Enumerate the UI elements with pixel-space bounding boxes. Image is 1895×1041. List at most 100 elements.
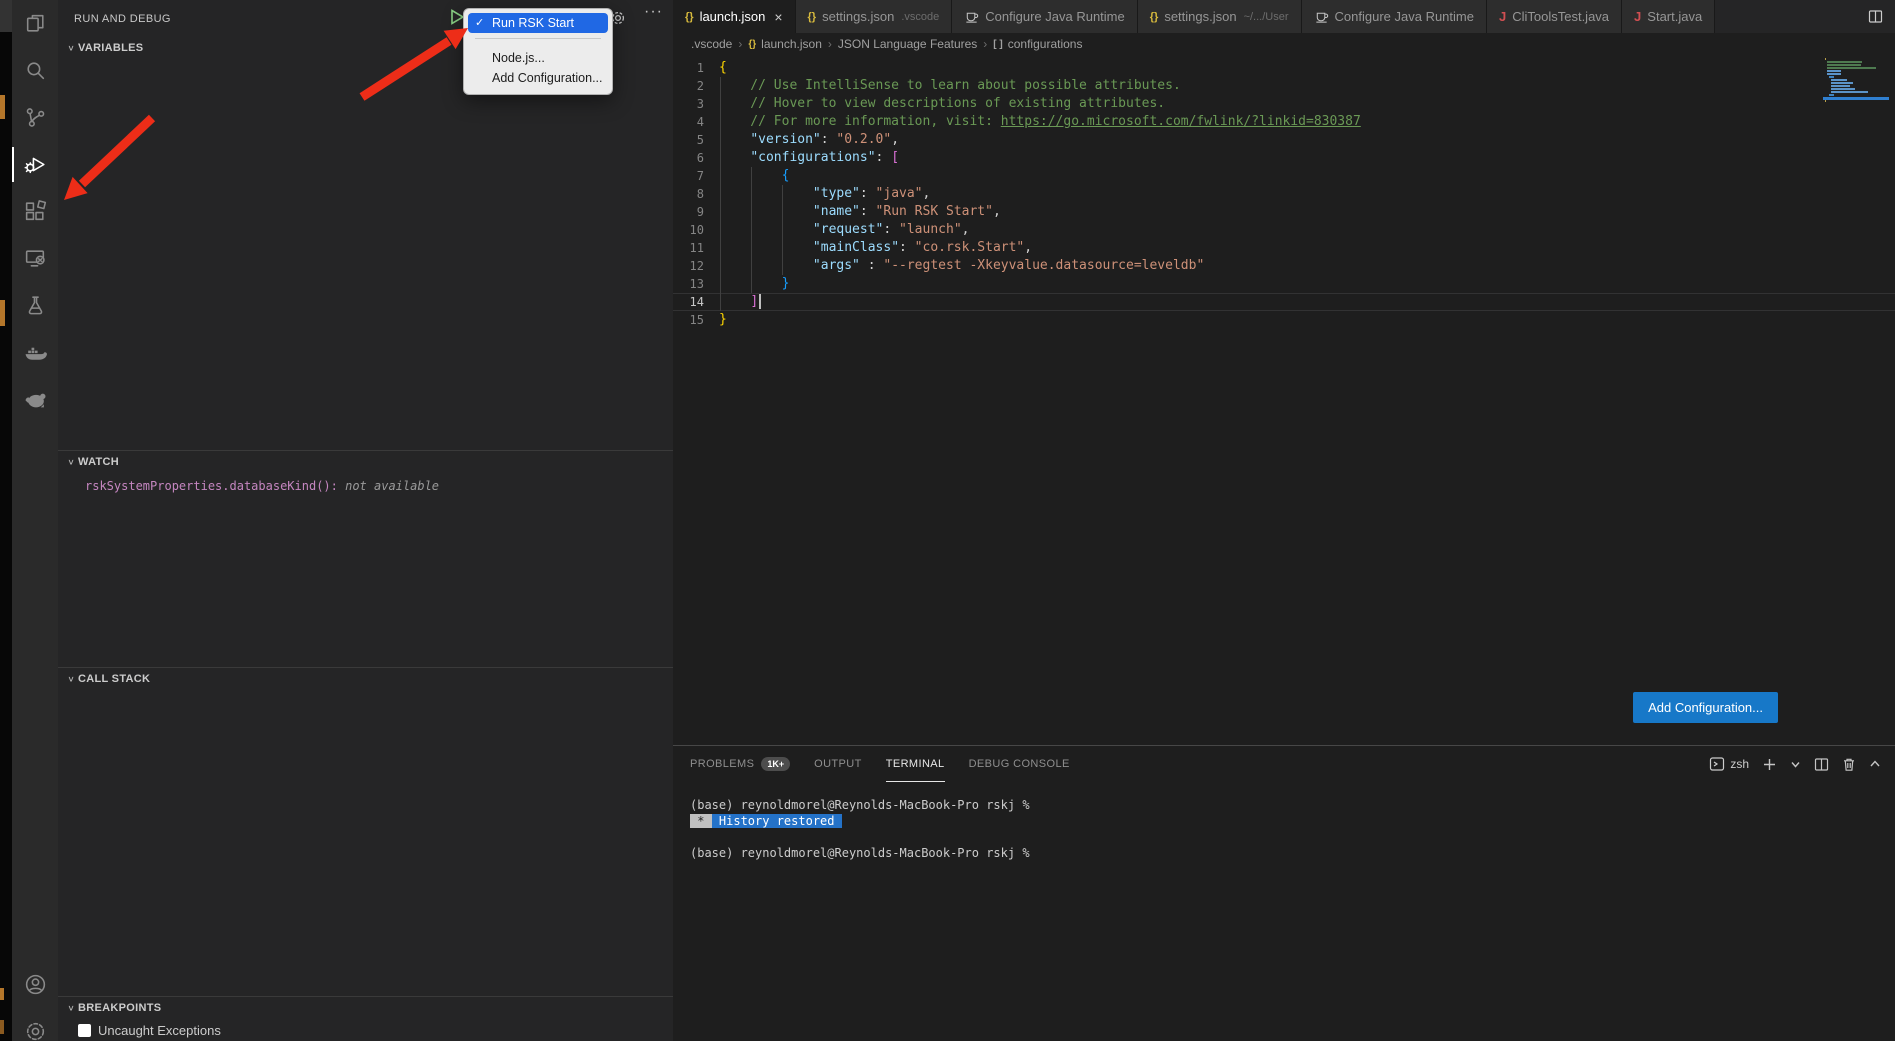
panel-tab-problems[interactable]: PROBLEMS1K+ — [690, 746, 790, 782]
menu-item-node-js-[interactable]: Node.js... — [468, 48, 608, 68]
code-line-5[interactable]: 5 "version": "0.2.0", — [673, 131, 1895, 149]
code-editor[interactable]: 1{2 // Use IntelliSense to learn about p… — [673, 55, 1895, 745]
tab-configure-java-runtime[interactable]: Configure Java Runtime — [952, 0, 1137, 33]
panel-tab-output[interactable]: OUTPUT — [814, 746, 862, 782]
minimap-line — [1831, 82, 1853, 84]
minimap-line — [1829, 76, 1834, 78]
activity-settings-gear[interactable] — [12, 1008, 58, 1041]
chevron-up-icon[interactable] — [1869, 758, 1881, 770]
activity-source-control[interactable] — [12, 94, 58, 141]
line-number: 3 — [673, 95, 719, 113]
shell-selector[interactable]: zsh — [1709, 756, 1749, 772]
tab-detail: ~/.../User — [1244, 11, 1289, 23]
trash-icon[interactable] — [1842, 757, 1856, 772]
tab-settings-json[interactable]: {}settings.json~/.../User — [1138, 0, 1302, 33]
close-icon[interactable]: × — [774, 9, 782, 25]
panel-tab-bar: PROBLEMS1K+ OUTPUT TERMINAL DEBUG CONSOLE z… — [673, 746, 1895, 782]
indent-guide — [782, 185, 783, 203]
activity-docker[interactable] — [12, 329, 58, 376]
breadcrumb[interactable]: .vscode › {}launch.json › JSON Language Feat… — [673, 33, 1895, 55]
editor-group: {}launch.json×{}settings.json.vscodeConf… — [673, 0, 1895, 1041]
call-stack-section-header[interactable]: ∨ CALL STACK — [58, 668, 673, 690]
chevron-down-icon[interactable] — [1790, 759, 1801, 770]
breadcrumb-separator: › — [983, 37, 987, 51]
code-token: "0.2.0" — [836, 132, 891, 147]
activity-explorer[interactable] — [12, 0, 58, 47]
activity-extensions[interactable] — [12, 188, 58, 235]
activity-gradle[interactable] — [12, 376, 58, 423]
extensions-icon — [23, 199, 48, 224]
source-control-icon — [23, 105, 48, 130]
code-token: : — [860, 258, 883, 273]
line-number: 6 — [673, 149, 719, 167]
terminal[interactable]: (base) reynoldmorel@Reynolds-MacBook-Pro… — [673, 782, 1895, 861]
breadcrumb-separator: › — [828, 37, 832, 51]
line-number: 15 — [673, 311, 719, 329]
code-line-10[interactable]: 10 "request": "launch", — [673, 221, 1895, 239]
indent-guide — [751, 167, 752, 185]
menu-item-run-rsk-start[interactable]: ✓Run RSK Start — [468, 13, 608, 33]
panel-tab-debug-console[interactable]: DEBUG CONSOLE — [969, 746, 1070, 782]
code-line-7[interactable]: 7 { — [673, 167, 1895, 185]
code-line-1[interactable]: 1{ — [673, 59, 1895, 77]
code-line-6[interactable]: 6 "configurations": [ — [673, 149, 1895, 167]
code-line-4[interactable]: 4 // For more information, visit: https:… — [673, 113, 1895, 131]
code-line-12[interactable]: 12 "args" : "--regtest -Xkeyvalue.dataso… — [673, 257, 1895, 275]
tab-launch-json[interactable]: {}launch.json× — [673, 0, 796, 33]
minimap-line — [1827, 73, 1841, 75]
breadcrumb-item-json-language-features[interactable]: JSON Language Features — [838, 37, 977, 51]
breadcrumb-item--vscode[interactable]: .vscode — [691, 37, 732, 51]
panel-tab-terminal[interactable]: TERMINAL — [886, 746, 945, 782]
watch-section-header[interactable]: ∨ WATCH — [58, 451, 673, 473]
uncaught-exceptions-checkbox[interactable] — [78, 1024, 91, 1037]
indent-guide — [720, 95, 721, 113]
activity-search[interactable] — [12, 47, 58, 94]
code-line-13[interactable]: 13 } — [673, 275, 1895, 293]
line-number: 9 — [673, 203, 719, 221]
minimap[interactable] — [1825, 58, 1887, 103]
code-line-2[interactable]: 2 // Use IntelliSense to learn about pos… — [673, 77, 1895, 95]
call-stack-label: CALL STACK — [78, 673, 150, 685]
debug-configuration-dropdown-menu: ✓Run RSK Start Node.js...Add Configuratio… — [463, 8, 613, 95]
code-line-15[interactable]: 15} — [673, 311, 1895, 329]
tab-settings-json[interactable]: {}settings.json.vscode — [796, 0, 953, 33]
activity-account[interactable] — [12, 961, 58, 1008]
code-line-9[interactable]: 9 "name": "Run RSK Start", — [673, 203, 1895, 221]
activity-remote-explorer[interactable] — [12, 235, 58, 282]
panel-tab-label: DEBUG CONSOLE — [969, 758, 1070, 770]
code-text: // Use IntelliSense to learn about possi… — [719, 77, 1181, 95]
watch-expression[interactable]: rskSystemProperties.databaseKind(): not … — [85, 479, 673, 493]
code-token: , — [962, 222, 970, 237]
breakpoints-section-header[interactable]: ∨ BREAKPOINTS — [58, 997, 673, 1019]
activity-testing[interactable] — [12, 282, 58, 329]
code-line-14[interactable]: 14 ] — [673, 293, 1895, 311]
code-token: "Run RSK Start" — [876, 204, 993, 219]
split-editor-icon[interactable] — [1856, 0, 1895, 33]
code-token: { — [782, 168, 790, 183]
breadcrumb-item-configurations[interactable]: [ ]configurations — [993, 37, 1082, 51]
minimap-line — [1829, 94, 1834, 96]
terminal-line — [690, 829, 1895, 845]
terminal-icon — [1709, 756, 1725, 772]
tab-start-java[interactable]: JStart.java — [1622, 0, 1715, 33]
menu-item-add-configuration-[interactable]: Add Configuration... — [468, 68, 608, 88]
more-actions-icon[interactable]: ··· — [644, 3, 663, 21]
split-pane-icon[interactable] — [1814, 757, 1829, 772]
indent-guide — [720, 149, 721, 167]
breadcrumb-item-launch-json[interactable]: {}launch.json — [748, 37, 822, 51]
add-configuration-button[interactable]: Add Configuration... — [1633, 692, 1778, 723]
code-text: // For more information, visit: https://… — [719, 113, 1361, 131]
minimap-line — [1827, 67, 1876, 69]
code-token: "request" — [813, 222, 883, 237]
code-token: , — [1024, 240, 1032, 255]
activity-run-and-debug[interactable] — [12, 141, 58, 188]
indent-guide — [782, 221, 783, 239]
code-line-3[interactable]: 3 // Hover to view descriptions of exist… — [673, 95, 1895, 113]
code-line-11[interactable]: 11 "mainClass": "co.rsk.Start", — [673, 239, 1895, 257]
code-line-8[interactable]: 8 "type": "java", — [673, 185, 1895, 203]
tab-clitoolstest-java[interactable]: JCliToolsTest.java — [1487, 0, 1622, 33]
tab-configure-java-runtime[interactable]: Configure Java Runtime — [1302, 0, 1487, 33]
plus-icon[interactable] — [1762, 757, 1777, 772]
code-token: : — [876, 150, 892, 165]
shell-label: zsh — [1730, 757, 1749, 771]
